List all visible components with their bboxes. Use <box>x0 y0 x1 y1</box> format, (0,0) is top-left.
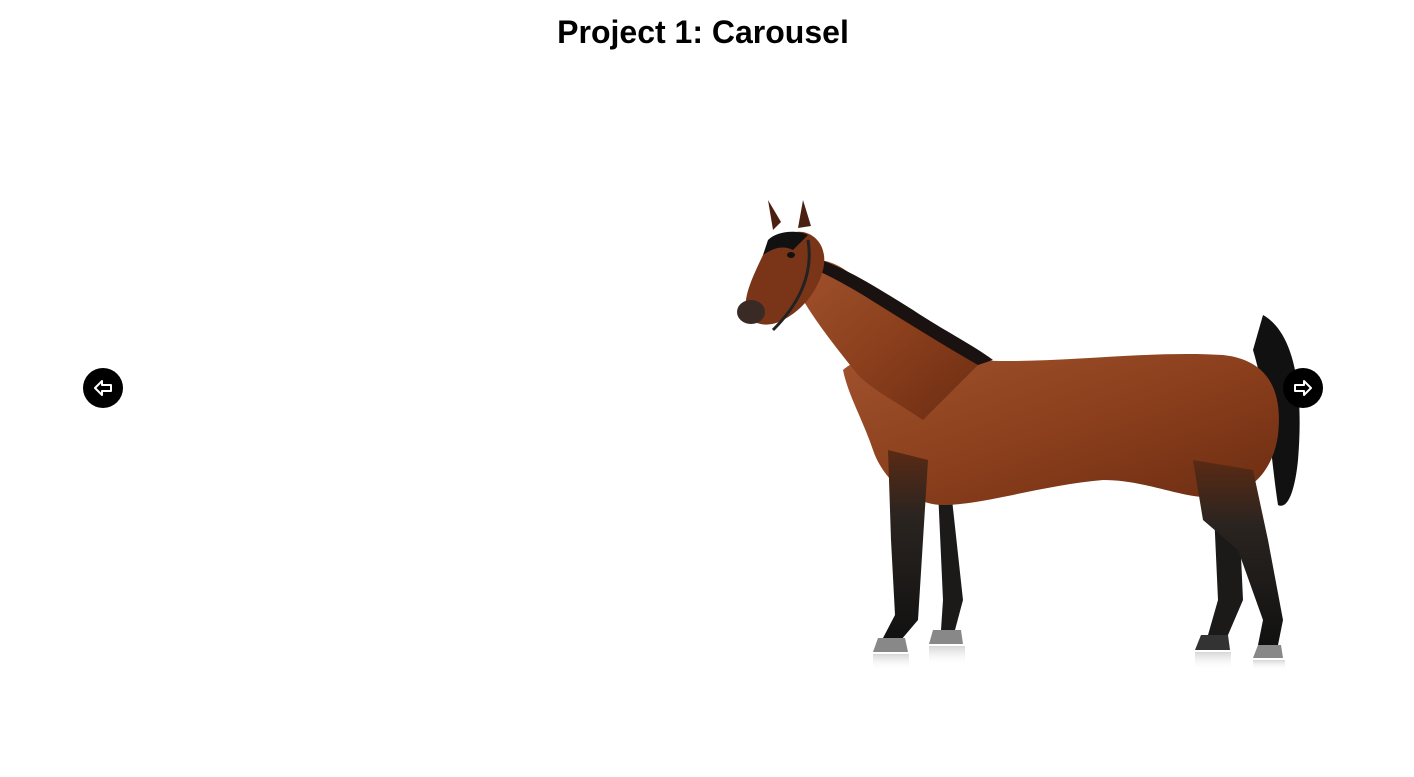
arrow-right-icon <box>1294 380 1312 396</box>
page: Project 1: Carousel <box>0 0 1414 777</box>
slide-image-horse <box>737 200 1300 670</box>
arrow-left-icon <box>94 380 112 396</box>
carousel <box>83 100 1323 680</box>
page-title: Project 1: Carousel <box>557 14 849 50</box>
carousel-prev-button[interactable] <box>83 368 123 408</box>
carousel-next-button[interactable] <box>1283 368 1323 408</box>
slide-viewport <box>83 100 1323 680</box>
